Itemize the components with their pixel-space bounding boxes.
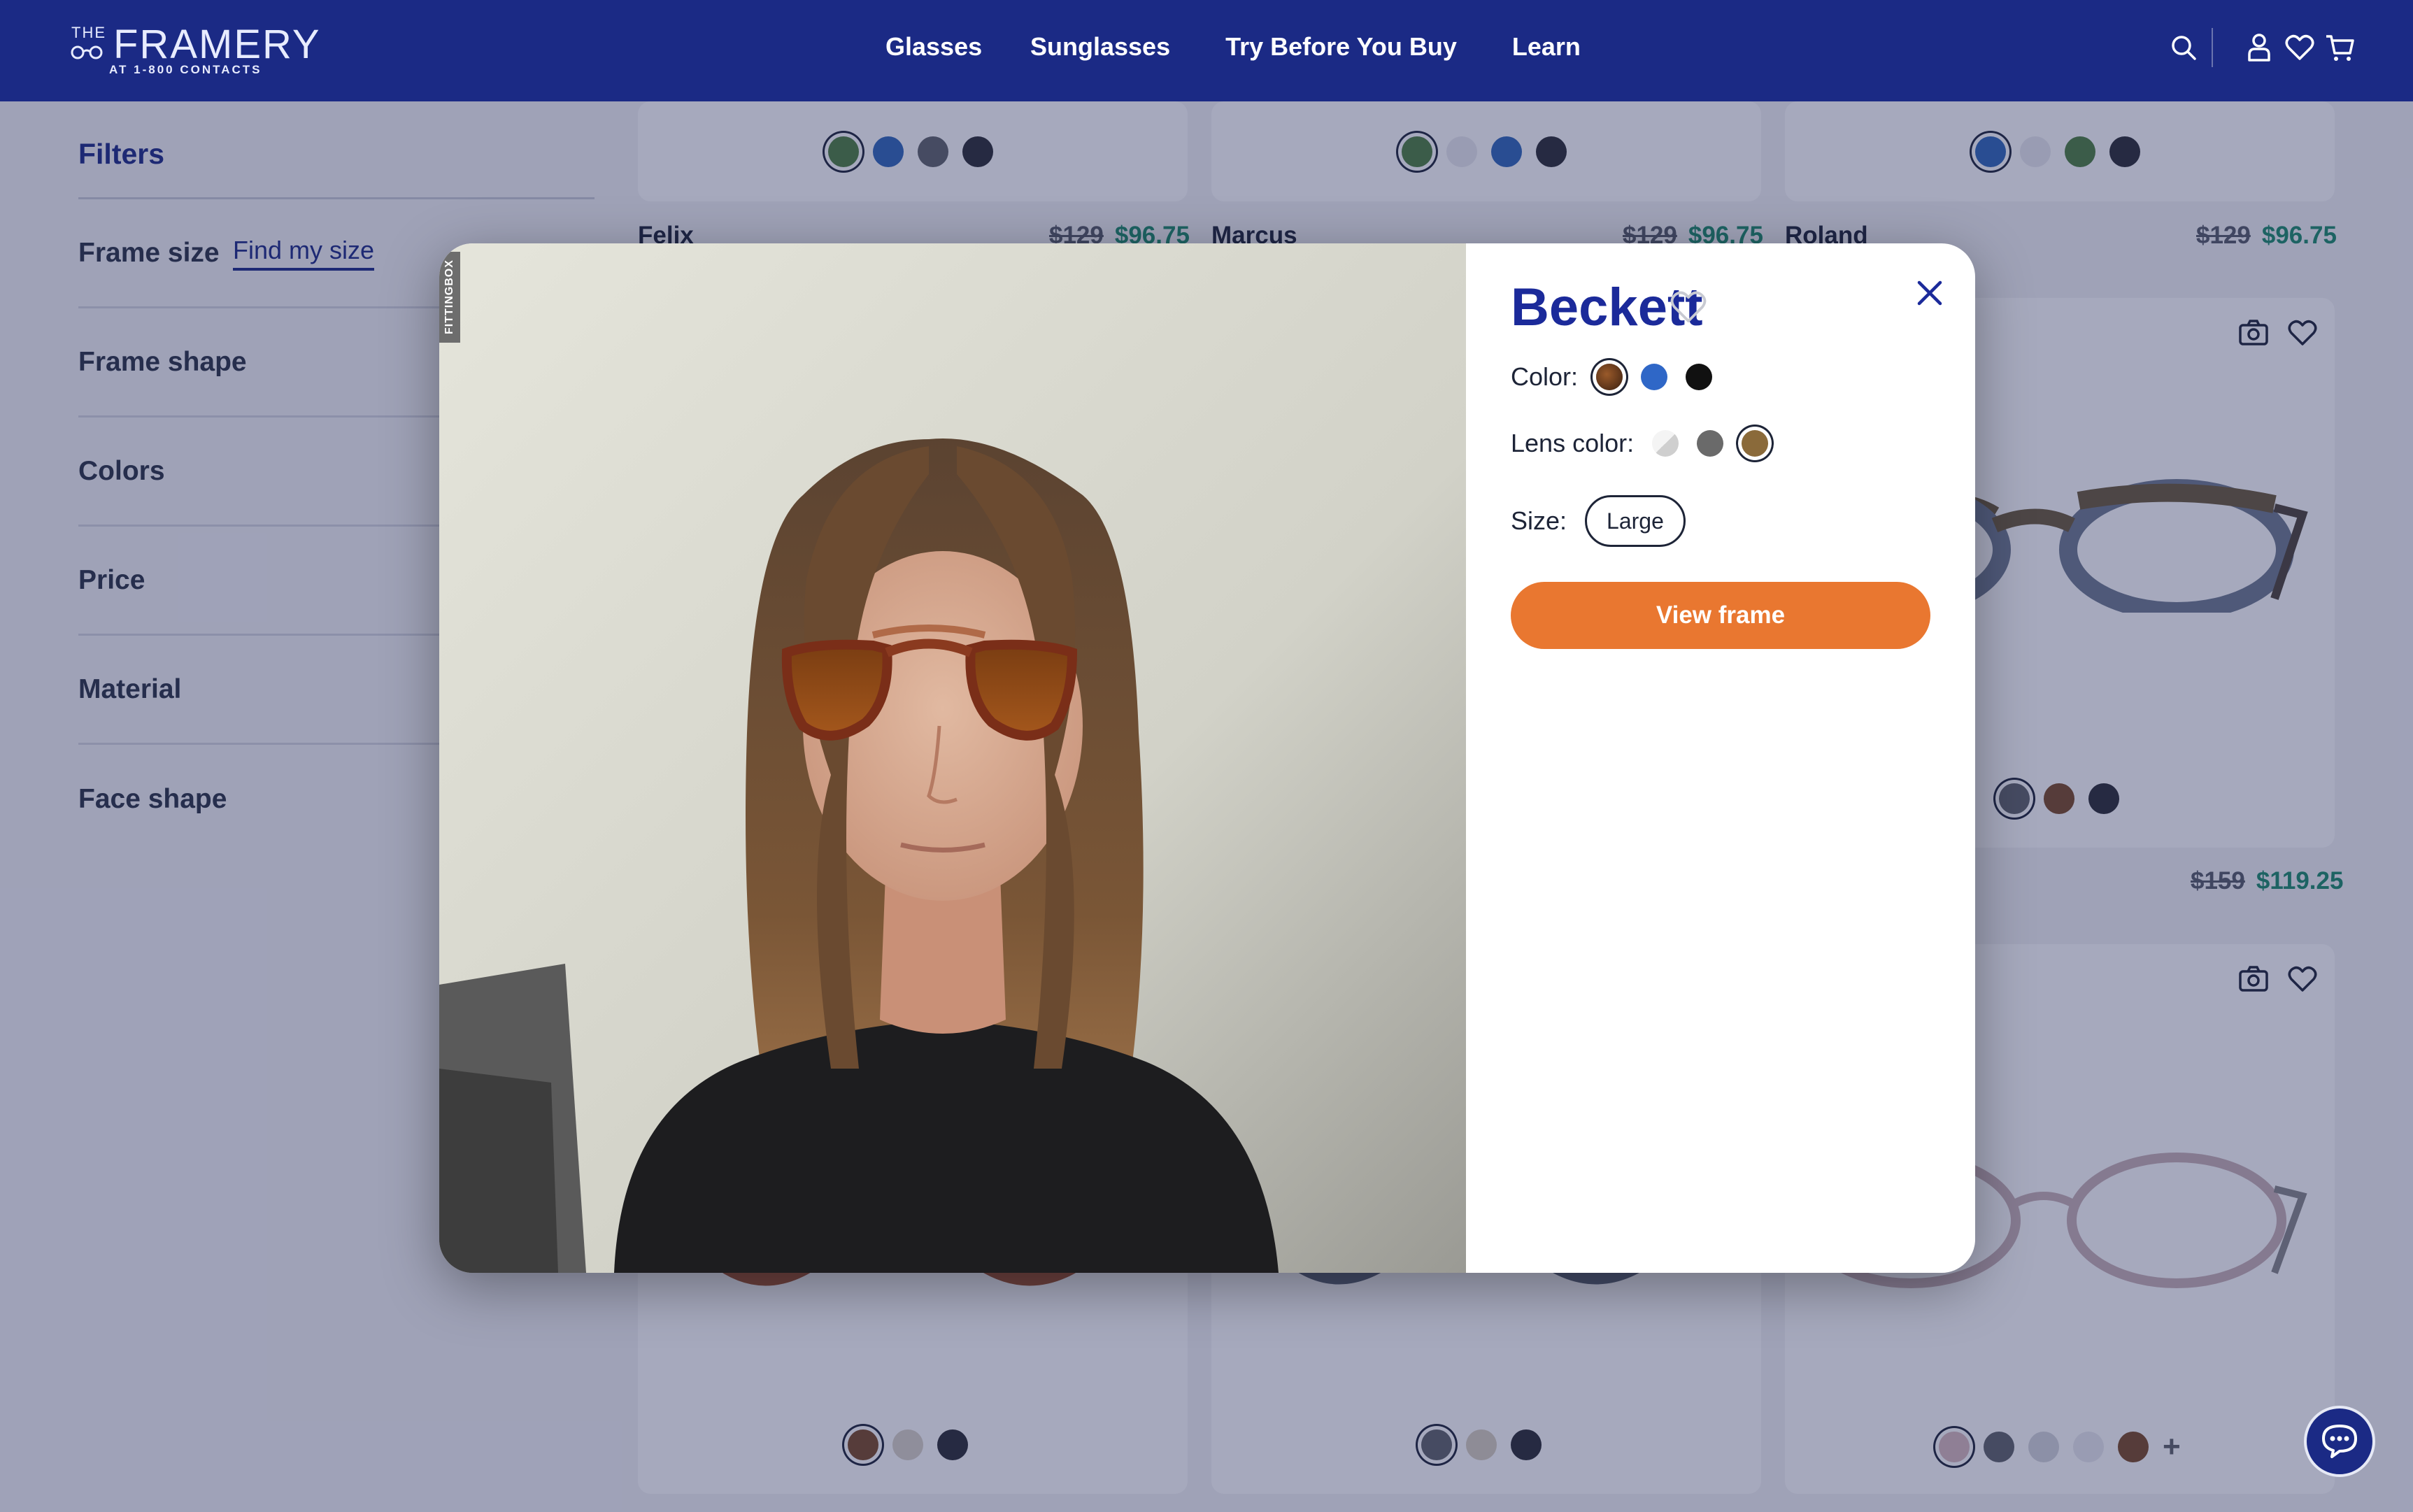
color-option-black[interactable] — [1686, 364, 1713, 390]
size-selector: Size: Large — [1511, 495, 1686, 547]
try-on-details-panel: Beckett Color: Lens color: Size: Large V… — [1466, 243, 1975, 1273]
webcam-try-on-image — [439, 243, 1466, 1273]
color-selector: Color: — [1511, 362, 1713, 392]
nav-glasses[interactable]: Glasses — [885, 32, 982, 62]
cart-icon[interactable] — [2323, 31, 2357, 64]
glasses-logo-icon — [71, 45, 103, 59]
logo-subtitle: AT 1-800 CONTACTS — [109, 63, 262, 76]
framery-logo[interactable]: THE FRAMERY AT 1-800 CONTACTS — [70, 20, 320, 83]
account-icon[interactable] — [2242, 31, 2276, 64]
lens-color-label: Lens color: — [1511, 429, 1635, 457]
lens-color-selector: Lens color: — [1511, 429, 1769, 458]
logo-brand: FRAMERY — [113, 22, 321, 67]
logo-the: THE — [71, 24, 106, 41]
search-icon[interactable] — [2167, 31, 2200, 64]
nav-sunglasses[interactable]: Sunglasses — [1030, 32, 1170, 62]
virtual-try-on-modal: FITTINGBOX Beckett Color: Lens color: Si… — [439, 243, 1975, 1273]
top-nav-bar: THE FRAMERY AT 1-800 CONTACTS Glasses Su… — [0, 0, 2413, 101]
lens-option-gray[interactable] — [1697, 430, 1724, 457]
favorites-heart-icon[interactable] — [2283, 31, 2316, 64]
color-label: Color: — [1511, 362, 1579, 391]
nav-try-before-you-buy[interactable]: Try Before You Buy — [1225, 32, 1457, 62]
color-option-tortoise[interactable] — [1596, 364, 1623, 390]
chat-button[interactable] — [2304, 1406, 2375, 1477]
color-option-blue[interactable] — [1641, 364, 1668, 390]
try-on-camera-view: FITTINGBOX — [439, 243, 1466, 1273]
fittingbox-badge: FITTINGBOX — [439, 252, 460, 343]
lens-option-brown[interactable] — [1742, 430, 1769, 457]
header-icons — [2167, 28, 2357, 67]
lens-option-clear[interactable] — [1652, 430, 1679, 457]
nav-learn[interactable]: Learn — [1512, 32, 1581, 62]
size-option-large[interactable]: Large — [1585, 495, 1686, 547]
size-label: Size: — [1511, 506, 1567, 535]
close-icon[interactable] — [1914, 277, 1946, 309]
header-divider — [2212, 28, 2213, 67]
chat-bubble-icon — [2322, 1425, 2357, 1458]
view-frame-button[interactable]: View frame — [1511, 582, 1930, 649]
favorite-heart-icon[interactable] — [1669, 290, 1708, 324]
main-nav: Glasses Sunglasses Try Before You Buy Le… — [885, 32, 1581, 62]
